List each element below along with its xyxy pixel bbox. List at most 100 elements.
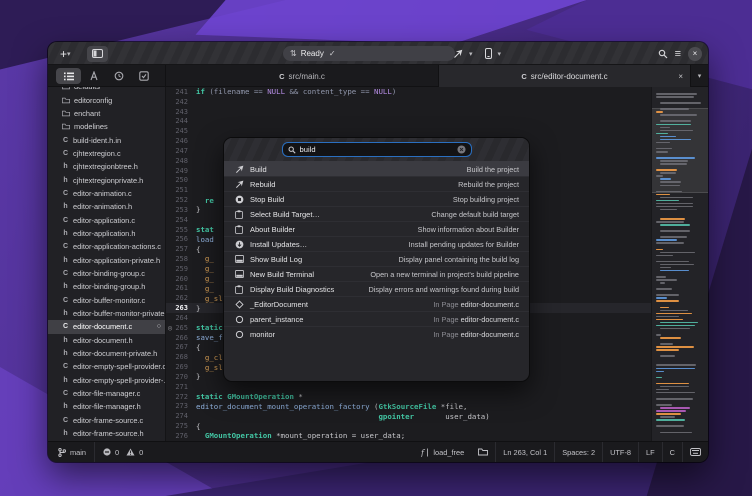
tree-item-editor-empty-spell-provider-[interactable]: heditor-empty-spell-provider-… (48, 374, 166, 387)
tree-item-cjhtextregion-c[interactable]: Ccjhtextregion.c (48, 147, 166, 160)
tree-item-label: editor-application.c (73, 216, 135, 225)
palette-search-entry[interactable]: build (282, 142, 472, 157)
tree-item-editor-binding-group-h[interactable]: heditor-binding-group.h (48, 280, 166, 293)
tree-item-editor-frame-source-h[interactable]: heditor-frame-source.h (48, 427, 166, 440)
tree-item-editor-document-private-h[interactable]: heditor-document-private.h (48, 347, 166, 360)
build-trowel-icon[interactable] (453, 49, 463, 59)
tree-item-modelines[interactable]: modelines (48, 120, 166, 133)
todo-tab[interactable] (132, 68, 157, 84)
minimap-line (660, 386, 689, 388)
tree-item-editor-document-h[interactable]: heditor-document.h (48, 334, 166, 347)
tab-src-editor-document-c[interactable]: C src/editor-document.c × (438, 65, 691, 87)
tree-item-editor-file-manager-c[interactable]: Ceditor-file-manager.c (48, 387, 166, 400)
code-line-245[interactable]: 245 (166, 126, 708, 136)
code-token: ( (370, 402, 379, 411)
code-token: g_ (205, 284, 214, 293)
line-ending-button[interactable]: LF (639, 442, 662, 462)
command-result-display-build-diagnostics[interactable]: Display Build DiagnosticsDisplay errors … (224, 281, 529, 296)
tree-item-editorconfig[interactable]: editorconfig (48, 93, 166, 106)
tree-item-editor-application-private-h[interactable]: heditor-application-private.h (48, 253, 166, 266)
code-line-242[interactable]: 242 (166, 97, 708, 107)
line-number: 272 (166, 393, 196, 401)
search-icon[interactable] (658, 49, 668, 59)
command-result-rebuild[interactable]: RebuildRebuild the project (224, 176, 529, 191)
tab-close-icon[interactable]: × (678, 72, 683, 81)
code-line-244[interactable]: 244 (166, 116, 708, 126)
symbol-result-parent-instance[interactable]: parent_instanceIn Page editor-document.c (224, 311, 529, 326)
branch-button[interactable]: main (56, 442, 88, 462)
update-icon (234, 239, 244, 249)
tree-item-editor-animation-c[interactable]: Ceditor-animation.c (48, 187, 166, 200)
tree-item-editor-animation-h[interactable]: heditor-animation.h (48, 200, 166, 213)
diagnostics-button[interactable]: 0 0 (101, 442, 145, 462)
minimap[interactable] (651, 87, 708, 441)
symbols-tab[interactable] (81, 68, 106, 84)
command-result-show-build-log[interactable]: Show Build LogDisplay panel containing t… (224, 251, 529, 266)
minimap-line (660, 114, 697, 116)
history-tab[interactable] (107, 68, 132, 84)
tree-item-label: editor-binding-group.h (73, 282, 145, 291)
symbol-result--editordocument[interactable]: _EditorDocumentIn Page editor-document.c (224, 296, 529, 311)
command-result-build[interactable]: BuildBuild the project (224, 161, 529, 176)
minimap-line (660, 282, 665, 284)
minimap-line (656, 279, 677, 281)
tree-item-editor-empty-spell-provider-c[interactable]: Ceditor-empty-spell-provider.c (48, 360, 166, 373)
minimap-line (656, 294, 679, 296)
code-token: re (205, 196, 214, 205)
encoding-button[interactable]: UTF-8 (603, 442, 638, 462)
tab-list-button[interactable]: ▾ (691, 65, 708, 87)
menu-icon[interactable]: ≡ (675, 48, 681, 60)
tree-item-editor-application-actions-c[interactable]: Ceditor-application-actions.c (48, 240, 166, 253)
tab-src-main-c[interactable]: C src/main.c (166, 65, 438, 87)
close-icon: × (693, 49, 698, 58)
tree-item-editor-frame-source-c[interactable]: Ceditor-frame-source.c (48, 414, 166, 427)
run-options-chevron-icon[interactable]: ▾ (469, 50, 473, 58)
cursor-position-button[interactable]: Ln 263, Col 1 (496, 442, 554, 462)
minimap-line (660, 337, 681, 339)
tree-item-editor-application-h[interactable]: heditor-application.h (48, 227, 166, 240)
code-line-241[interactable]: 241if (filename == NULL && content_type … (166, 87, 708, 97)
command-result-select-build-target-[interactable]: Select Build Target…Change default build… (224, 206, 529, 221)
tree-item-editor-application-c[interactable]: Ceditor-application.c (48, 213, 166, 226)
tree-item-cjhtextregionbtree-h[interactable]: hcjhtextregionbtree.h (48, 160, 166, 173)
command-result-install-updates-[interactable]: Install Updates…Install pending updates … (224, 236, 529, 251)
code-line-243[interactable]: 243 (166, 107, 708, 117)
command-result-about-builder[interactable]: About BuilderShow information about Buil… (224, 221, 529, 236)
tree-item-editor-file-manager-h[interactable]: heditor-file-manager.h (48, 400, 166, 413)
keyboard-button[interactable] (683, 442, 708, 462)
toggle-panel-button[interactable] (87, 46, 108, 62)
tree-item-editor-document-c[interactable]: Ceditor-document.c○ (48, 320, 166, 333)
omnibar-ready-button[interactable]: ⇅ Ready ✓ (283, 46, 455, 61)
c-file-icon: C (62, 390, 69, 397)
tree-item-cjhtextregionprivate-h[interactable]: hcjhtextregionprivate.h (48, 173, 166, 186)
panel-icon (234, 269, 244, 279)
indentation-button[interactable]: Spaces: 2 (555, 442, 602, 462)
symbol-result-monitor[interactable]: monitorIn Page editor-document.c (224, 326, 529, 341)
code-line-275[interactable]: 275{ (166, 421, 708, 431)
command-result-stop-build[interactable]: Stop BuildStop building project (224, 191, 529, 206)
clear-search-icon[interactable] (457, 145, 466, 154)
device-chevron-icon[interactable]: ▾ (498, 50, 502, 58)
device-icon[interactable] (485, 48, 492, 59)
tree-item-editor-buffer-monitor-c[interactable]: Ceditor-buffer-monitor.c (48, 294, 166, 307)
current-function-button[interactable]: f load_free (414, 442, 471, 462)
tree-item-editor-buffer-monitor-private-h[interactable]: heditor-buffer-monitor-private.h (48, 307, 166, 320)
tree-item-editor-binding-group-c[interactable]: Ceditor-binding-group.c (48, 267, 166, 280)
tree-item-build-ident-h-in[interactable]: Cbuild-ident.h.in (48, 133, 166, 146)
code-line-276[interactable]: 276 GMountOperation *mount_operation = u… (166, 431, 708, 441)
code-line-274[interactable]: 274 gpointer user_data) (166, 411, 708, 421)
code-line-271[interactable]: 271 (166, 382, 708, 392)
project-folder-button[interactable] (471, 442, 495, 462)
header-file-icon: h (62, 430, 69, 437)
minimap-line (656, 364, 696, 366)
minimap-line (656, 124, 691, 126)
code-line-273[interactable]: 273editor_document_mount_operation_facto… (166, 402, 708, 412)
tree-item-enchant[interactable]: enchant (48, 107, 166, 120)
command-result-new-build-terminal[interactable]: New Build TerminalOpen a new terminal in… (224, 266, 529, 281)
line-number: 248 (166, 157, 196, 165)
language-button[interactable]: C (663, 442, 682, 462)
new-tab-button[interactable]: + ▾ (55, 46, 76, 62)
code-line-272[interactable]: 272static GMountOperation * (166, 392, 708, 402)
close-button[interactable]: × (688, 47, 702, 61)
project-tree-tab[interactable] (56, 68, 81, 84)
